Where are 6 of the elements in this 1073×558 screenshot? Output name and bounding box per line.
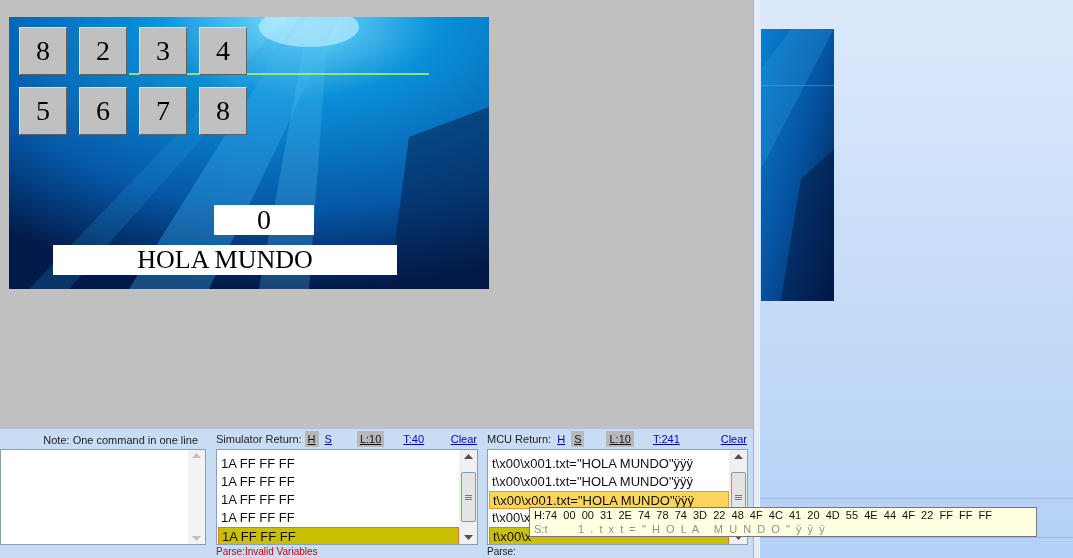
note-label: Note: One command in one line xyxy=(43,432,198,448)
number-field: 0 xyxy=(214,205,314,235)
panel-title: Simulator Return: xyxy=(216,431,302,447)
parse-status: Parse:Invalid Variables xyxy=(216,546,319,558)
panel-title: MCU Return: xyxy=(487,431,552,447)
parse-status: Parse: xyxy=(487,546,517,558)
